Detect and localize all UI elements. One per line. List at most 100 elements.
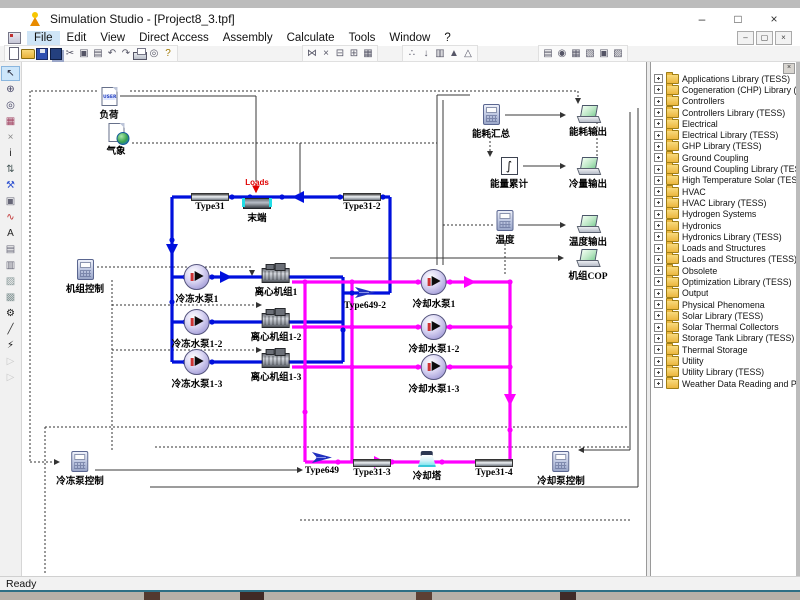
- node-temperature-calc[interactable]: 温度: [495, 210, 514, 246]
- node-cw-pump-1-2[interactable]: 冷却水泵1-2: [409, 314, 460, 355]
- tree-item[interactable]: Utility Library (TESS): [651, 367, 796, 378]
- expand-icon[interactable]: [654, 210, 663, 219]
- menu-tools[interactable]: Tools: [342, 31, 383, 45]
- expand-icon[interactable]: [654, 131, 663, 140]
- expand-icon[interactable]: [654, 357, 663, 366]
- sort-icon[interactable]: ↓: [419, 47, 433, 60]
- tree-item[interactable]: Output: [651, 288, 796, 299]
- undo-icon[interactable]: ↶: [105, 47, 119, 60]
- node-chiller-1-3[interactable]: 离心机组1-3: [251, 348, 302, 383]
- expand-icon[interactable]: [654, 153, 663, 162]
- menu-view[interactable]: View: [93, 31, 132, 45]
- inputs-icon[interactable]: ▧: [583, 47, 597, 60]
- expand-icon[interactable]: [654, 334, 663, 343]
- layers-tool-icon[interactable]: ▨: [1, 274, 20, 289]
- node-chw-pump-1-2[interactable]: 冷冻水泵1-2: [172, 309, 223, 350]
- expand-icon[interactable]: [654, 165, 663, 174]
- select-tool-icon[interactable]: ↖: [1, 66, 20, 81]
- panel-close-button[interactable]: ×: [783, 63, 795, 74]
- expand-icon[interactable]: [654, 74, 663, 83]
- expand-icon[interactable]: [654, 221, 663, 230]
- node-chw-pump-control[interactable]: 冷冻泵控制: [56, 451, 104, 487]
- window-tool-icon[interactable]: ▤: [1, 242, 20, 257]
- node-energy-integrator[interactable]: ∫ 能量累计: [490, 157, 528, 190]
- node-pipe-type31[interactable]: Type31: [191, 193, 229, 212]
- save-icon[interactable]: [35, 47, 49, 60]
- paste-icon[interactable]: ▤: [91, 47, 105, 60]
- node-terminal-unit[interactable]: 末端: [243, 198, 271, 224]
- parameters-icon[interactable]: ▦: [569, 47, 583, 60]
- node-cw-pump-1-3[interactable]: 冷却水泵1-3: [409, 354, 460, 395]
- help-icon[interactable]: ?: [161, 47, 175, 60]
- new-file-icon[interactable]: [7, 47, 21, 60]
- expand-icon[interactable]: [654, 97, 663, 106]
- expand-icon[interactable]: [654, 255, 663, 264]
- tree-item[interactable]: Hydrogen Systems: [651, 209, 796, 220]
- mdi-minimize-button[interactable]: –: [737, 31, 754, 45]
- node-unit-control[interactable]: 机组控制: [66, 259, 104, 295]
- expand-icon[interactable]: [654, 232, 663, 241]
- zoom-window-icon[interactable]: ×: [319, 47, 333, 60]
- node-diverter-type649[interactable]: Type649: [305, 450, 339, 476]
- direct-access-icon[interactable]: ▤: [541, 47, 555, 60]
- mdi-restore-button[interactable]: ▢: [756, 31, 773, 45]
- info-tool-icon[interactable]: i: [1, 146, 20, 161]
- node-cw-pump-control[interactable]: 冷却泵控制: [537, 451, 585, 487]
- expand-icon[interactable]: [654, 244, 663, 253]
- menu-help[interactable]: ?: [437, 31, 457, 45]
- delete-tool-icon[interactable]: ×: [1, 130, 20, 145]
- expand-icon[interactable]: [654, 345, 663, 354]
- node-unit-cop[interactable]: 机组COP: [568, 249, 607, 282]
- expand-icon[interactable]: [654, 108, 663, 117]
- node-pipe-type31-3[interactable]: Type31-3: [353, 459, 391, 478]
- open-file-icon[interactable]: [21, 47, 35, 60]
- image-tool-icon[interactable]: ▦: [1, 114, 20, 129]
- cut-icon[interactable]: ✂: [63, 47, 77, 60]
- window-tool-2-icon[interactable]: ▥: [1, 258, 20, 273]
- menu-direct-access[interactable]: Direct Access: [132, 31, 216, 45]
- expand-icon[interactable]: [654, 289, 663, 298]
- derivatives-icon[interactable]: ▨: [611, 47, 625, 60]
- tree-item[interactable]: Weather Data Reading and Process: [651, 378, 796, 389]
- node-energy-output[interactable]: 能耗输出: [569, 105, 607, 138]
- menu-file[interactable]: File: [27, 31, 60, 45]
- link-mode-icon[interactable]: ∴: [405, 47, 419, 60]
- menu-edit[interactable]: Edit: [60, 31, 94, 45]
- settings-gear-icon[interactable]: ⚙: [1, 306, 20, 321]
- expand-icon[interactable]: [654, 119, 663, 128]
- expand-icon[interactable]: [654, 379, 663, 388]
- save-all-icon[interactable]: [49, 47, 63, 60]
- outputs-icon[interactable]: ▣: [597, 47, 611, 60]
- expand-icon[interactable]: [654, 176, 663, 185]
- tree-item[interactable]: High Temperature Solar (TESS): [651, 175, 796, 186]
- print-icon[interactable]: [133, 47, 147, 60]
- print-preview-icon[interactable]: ◎: [147, 47, 161, 60]
- menu-window[interactable]: Window: [382, 31, 437, 45]
- node-pipe-type31-4[interactable]: Type31-4: [475, 459, 513, 478]
- expand-icon[interactable]: [654, 266, 663, 275]
- redo-icon[interactable]: ↷: [119, 47, 133, 60]
- play-disabled-2-icon[interactable]: ▷: [1, 370, 20, 385]
- cascade-icon[interactable]: ▦: [361, 47, 375, 60]
- node-energy-sum[interactable]: 能耗汇总: [472, 104, 510, 140]
- node-cw-pump-1[interactable]: 冷却水泵1: [413, 269, 456, 310]
- project-canvas[interactable]: Loads USER 负荷 气象 Type31 末端 Type31-2 机组控制…: [22, 62, 646, 576]
- curve-tool-icon[interactable]: ∿: [1, 210, 20, 225]
- menu-assembly[interactable]: Assembly: [216, 31, 280, 45]
- node-chw-pump-1[interactable]: 冷冻水泵1: [176, 264, 219, 305]
- zoom-tool-icon[interactable]: ◎: [1, 98, 20, 113]
- node-temperature-output[interactable]: 温度输出: [569, 215, 607, 248]
- tile-vertical-icon[interactable]: ⊞: [347, 47, 361, 60]
- node-chiller-1[interactable]: 离心机组1: [255, 263, 298, 298]
- expand-icon[interactable]: [654, 198, 663, 207]
- copy-icon[interactable]: ▣: [77, 47, 91, 60]
- expand-icon[interactable]: [654, 85, 663, 94]
- draw-tool-icon[interactable]: ╱: [1, 322, 20, 337]
- stack-tool-icon[interactable]: ▩: [1, 290, 20, 305]
- node-pipe-type31-2[interactable]: Type31-2: [343, 193, 381, 212]
- expand-icon[interactable]: [654, 187, 663, 196]
- node-chiller-1-2[interactable]: 离心机组1-2: [251, 308, 302, 343]
- copy-tool-icon[interactable]: ▣: [1, 194, 20, 209]
- information-icon[interactable]: ◉: [555, 47, 569, 60]
- expand-icon[interactable]: [654, 368, 663, 377]
